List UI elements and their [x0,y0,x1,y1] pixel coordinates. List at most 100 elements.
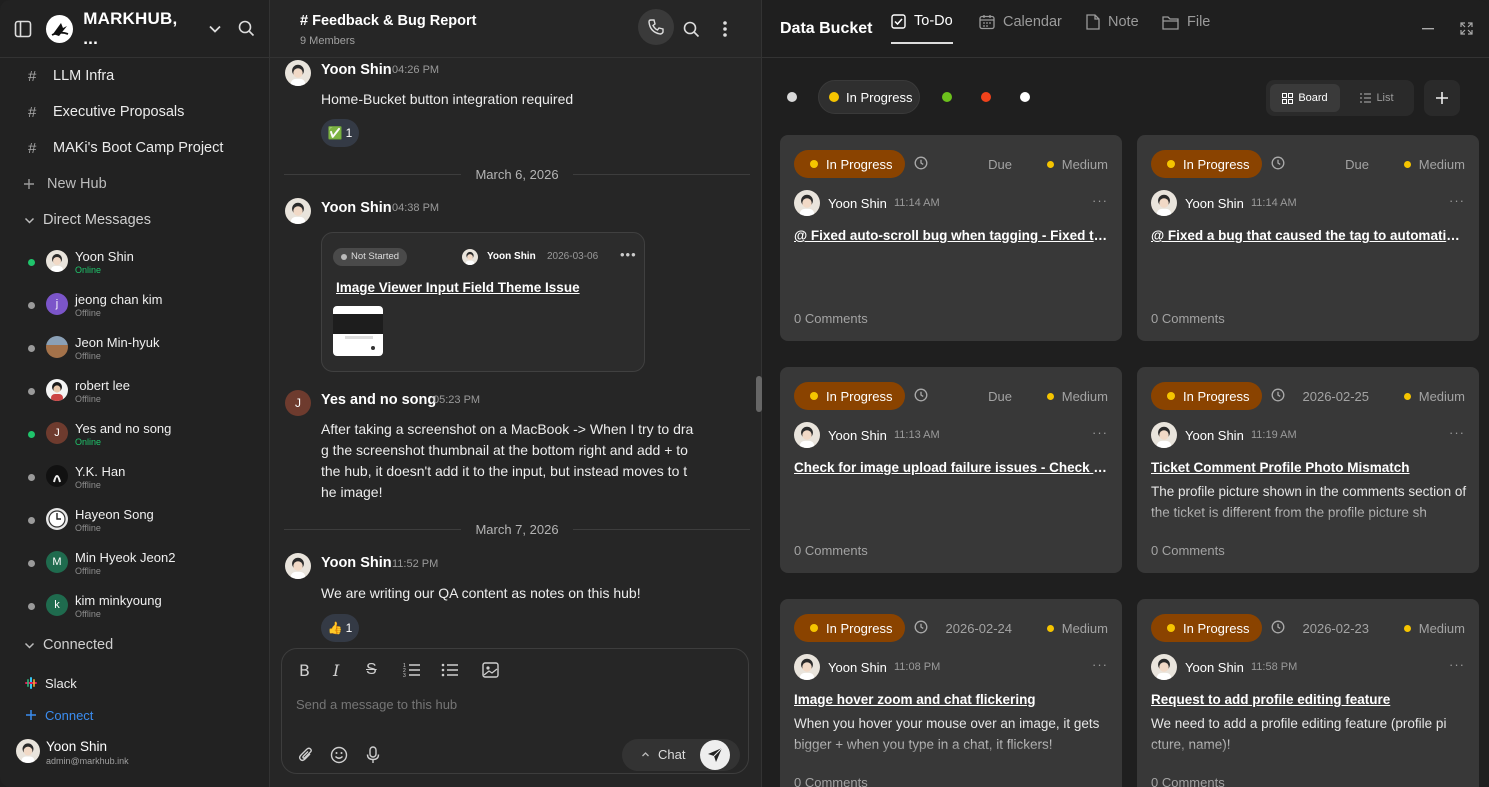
tab-note[interactable]: Note [1086,0,1139,44]
card-title[interactable]: Check for image upload failure issues - … [794,460,1110,475]
reaction-thumbs-up[interactable]: 👍 1 [321,614,359,642]
more-horizontal-icon[interactable]: ··· [1092,657,1108,672]
new-hub-button[interactable]: New Hub [0,172,270,196]
task-card[interactable]: In Progress Due Medium Yoon Shin 11:14 A… [780,135,1122,341]
strikethrough-icon[interactable]: S [366,661,377,679]
clock-icon[interactable] [914,620,928,634]
minimize-icon[interactable] [1422,28,1434,30]
attachment-icon[interactable] [297,746,315,764]
filter-in-progress[interactable]: In Progress [818,80,920,114]
card-title[interactable]: Request to add profile editing feature [1151,692,1467,707]
task-card[interactable]: In Progress Due Medium Yoon Shin 11:13 A… [780,367,1122,573]
connected-section[interactable]: Connected [0,634,270,656]
tab-todo[interactable]: To-Do [891,0,953,44]
comment-count[interactable]: 0 Comments [794,311,868,326]
task-card[interactable]: In Progress 2026-02-25 Medium Yoon Shin … [1137,367,1479,573]
avatar[interactable]: J [285,390,311,416]
add-task-button[interactable] [1424,80,1460,116]
chat-mode-toggle[interactable]: Chat [622,739,740,771]
bold-icon[interactable]: B [299,661,310,680]
dm-item[interactable]: Jeon Min-hyuk Offline [0,329,270,369]
comment-count[interactable]: 0 Comments [1151,311,1225,326]
send-button[interactable] [700,740,730,770]
priority[interactable]: Medium [1403,157,1465,172]
due-date[interactable]: Due [988,389,1012,404]
card-title[interactable]: Image hover zoom and chat flickering [794,692,1110,707]
ordered-list-icon[interactable]: 123 [403,662,421,678]
microphone-icon[interactable] [365,746,381,764]
status-badge[interactable]: In Progress [794,150,906,178]
search-button[interactable] [680,18,702,40]
italic-icon[interactable]: I [333,661,339,680]
filter-other[interactable] [1020,92,1030,102]
dm-item[interactable]: Hayeon Song Offline [0,501,270,541]
dm-item[interactable]: k kim minkyoung Offline [0,587,270,627]
card-title[interactable]: @ Fixed a bug that caused the tag to aut… [1151,228,1467,243]
status-badge[interactable]: In Progress [1151,382,1263,410]
sidebar-item-slack[interactable]: Slack [0,673,270,693]
filter-blocked[interactable] [981,92,991,102]
dm-item[interactable]: M Min Hyeok Jeon2 Offline [0,544,270,584]
tab-file[interactable]: File [1162,0,1210,44]
due-date[interactable]: Due [1345,157,1369,172]
filter-not-started[interactable] [787,92,797,102]
task-card[interactable]: In Progress Due Medium Yoon Shin 11:14 A… [1137,135,1479,341]
dm-item[interactable]: Yoon Shin Online [0,243,270,283]
card-thumbnail[interactable] [333,306,383,356]
dm-item[interactable]: J Yes and no song Online [0,415,270,455]
task-card[interactable]: In Progress 2026-02-23 Medium Yoon Shin … [1137,599,1479,787]
sidebar-item-maki-boot-camp[interactable]: # MAKi's Boot Camp Project [0,136,270,160]
clock-icon[interactable] [1271,388,1285,402]
more-horizontal-icon[interactable]: ··· [1092,425,1108,440]
message-input[interactable] [296,697,736,712]
more-horizontal-icon[interactable]: ••• [620,247,637,262]
task-card[interactable]: In Progress 2026-02-24 Medium Yoon Shin … [780,599,1122,787]
avatar[interactable] [285,60,311,86]
view-board-button[interactable]: Board [1270,84,1340,112]
dm-item[interactable]: Y.K. Han Offline [0,458,270,498]
more-horizontal-icon[interactable]: ··· [1449,425,1465,440]
message-author[interactable]: Yoon Shin [321,555,392,571]
more-horizontal-icon[interactable]: ··· [1449,657,1465,672]
comment-count[interactable]: 0 Comments [794,543,868,558]
status-badge[interactable]: In Progress [794,614,906,642]
priority[interactable]: Medium [1403,389,1465,404]
clock-icon[interactable] [1271,156,1285,170]
dm-item[interactable]: j jeong chan kim Offline [0,286,270,326]
priority[interactable]: Medium [1403,621,1465,636]
connect-button[interactable]: Connect [0,705,270,725]
search-icon[interactable] [238,20,255,37]
emoji-icon[interactable] [330,746,348,764]
priority[interactable]: Medium [1046,157,1108,172]
card-title[interactable]: Image Viewer Input Field Theme Issue [336,280,580,295]
status-badge[interactable]: In Progress [1151,614,1263,642]
comment-count[interactable]: 0 Comments [1151,775,1225,787]
expand-icon[interactable] [1460,22,1473,35]
avatar[interactable] [285,553,311,579]
clock-icon[interactable] [914,388,928,402]
view-list-button[interactable]: List [1346,84,1408,112]
message-author[interactable]: Yoon Shin [321,62,392,78]
more-horizontal-icon[interactable]: ··· [1449,193,1465,208]
shared-ticket-card[interactable]: Not Started Yoon Shin 2026-03-06 ••• Ima… [321,232,645,372]
direct-messages-section[interactable]: Direct Messages [0,208,270,232]
message-author[interactable]: Yes and no song [321,392,436,408]
priority[interactable]: Medium [1046,389,1108,404]
status-badge[interactable]: In Progress [1151,150,1263,178]
current-user[interactable]: Yoon Shin admin@markhub.ink [0,739,270,787]
due-date[interactable]: 2026-02-24 [946,621,1013,636]
card-title[interactable]: @ Fixed auto-scroll bug when tagging - F… [794,228,1110,243]
member-count[interactable]: 9 Members [300,35,355,47]
call-button[interactable] [638,9,674,45]
clock-icon[interactable] [914,156,928,170]
comment-count[interactable]: 0 Comments [794,775,868,787]
chevron-down-icon[interactable] [208,22,222,36]
sidebar-item-executive-proposals[interactable]: # Executive Proposals [0,100,270,124]
more-horizontal-icon[interactable]: ··· [1092,193,1108,208]
reaction-check[interactable]: ✅ 1 [321,119,359,147]
filter-done[interactable] [942,92,952,102]
tab-calendar[interactable]: Calendar [979,0,1062,44]
priority[interactable]: Medium [1046,621,1108,636]
status-badge[interactable]: In Progress [794,382,906,410]
bullet-list-icon[interactable] [441,662,459,678]
